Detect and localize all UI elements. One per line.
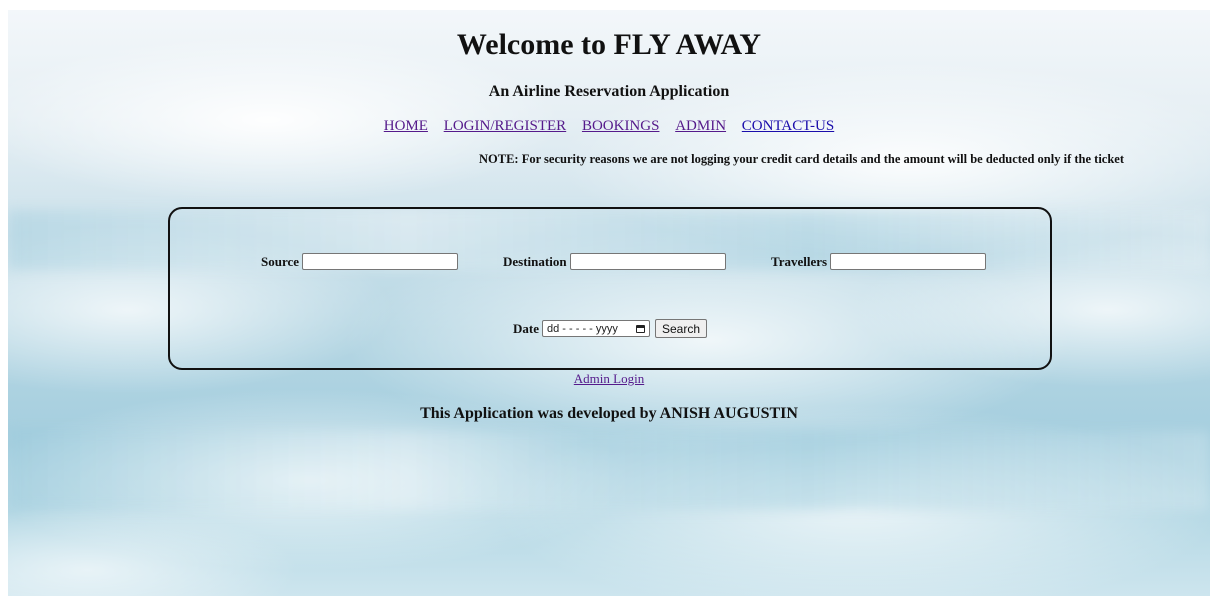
page-background: Welcome to FLY AWAY An Airline Reservati… xyxy=(8,10,1210,596)
source-field: Source xyxy=(261,253,459,270)
search-button[interactable]: Search xyxy=(655,319,708,338)
date-field: Date dd - - - - - yyyy Search xyxy=(513,319,708,338)
cloud-band xyxy=(8,430,1210,510)
destination-input[interactable] xyxy=(569,253,726,270)
destination-field: Destination xyxy=(503,253,726,270)
security-note: NOTE: For security reasons we are not lo… xyxy=(479,152,1125,166)
travellers-field: Travellers xyxy=(771,253,987,270)
flight-search-panel: Source Destination Travellers Date dd - … xyxy=(168,207,1052,370)
main-nav: HOME LOGIN/REGISTER BOOKINGS ADMIN CONTA… xyxy=(8,118,1210,135)
nav-bookings-link[interactable]: BOOKINGS xyxy=(582,118,660,134)
source-input[interactable] xyxy=(302,253,459,270)
nav-login-register-link[interactable]: LOGIN/REGISTER xyxy=(444,118,567,134)
admin-login-link[interactable]: Admin Login xyxy=(574,371,644,386)
date-label: Date xyxy=(513,320,539,336)
nav-contact-us-link[interactable]: CONTACT-US xyxy=(742,118,834,134)
footer-credit: This Application was developed by ANISH … xyxy=(420,405,798,422)
source-label: Source xyxy=(261,253,300,269)
date-placeholder: dd - - - - - yyyy xyxy=(547,322,618,335)
page-subtitle: An Airline Reservation Application xyxy=(488,83,730,100)
travellers-label: Travellers xyxy=(771,253,828,269)
calendar-icon[interactable] xyxy=(636,324,645,333)
date-input[interactable]: dd - - - - - yyyy xyxy=(542,320,650,337)
nav-admin-link[interactable]: ADMIN xyxy=(675,118,726,134)
travellers-input[interactable] xyxy=(830,253,987,270)
page-title: Welcome to FLY AWAY xyxy=(456,28,762,61)
admin-login-row: Admin Login xyxy=(8,371,1210,387)
destination-label: Destination xyxy=(503,253,567,269)
nav-home-link[interactable]: HOME xyxy=(384,118,428,134)
